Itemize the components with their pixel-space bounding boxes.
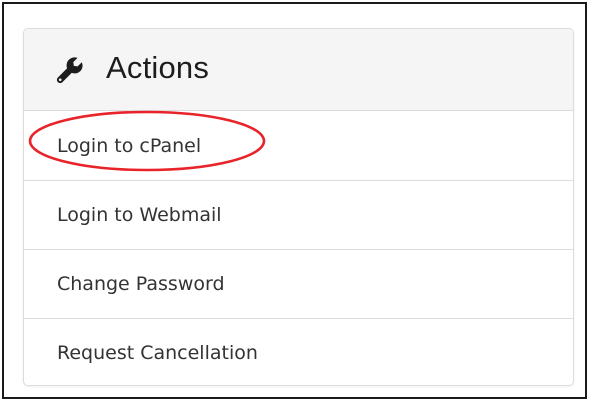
action-item-change-password[interactable]: Change Password: [24, 250, 573, 319]
panel-title: Actions: [106, 50, 210, 85]
wrench-icon: [56, 57, 83, 84]
action-item-label: Request Cancellation: [57, 342, 258, 364]
screenshot-frame: Actions Login to cPanel Login to Webmail…: [2, 2, 587, 399]
action-item-label: Login to Webmail: [57, 204, 222, 226]
action-item-login-webmail[interactable]: Login to Webmail: [24, 181, 573, 250]
action-item-request-cancellation[interactable]: Request Cancellation: [24, 319, 573, 385]
action-item-label: Login to cPanel: [57, 134, 202, 157]
panel-header: Actions: [24, 29, 573, 111]
action-item-login-cpanel[interactable]: Login to cPanel: [24, 111, 573, 181]
action-item-label: Change Password: [57, 273, 225, 295]
actions-panel: Actions Login to cPanel Login to Webmail…: [23, 28, 574, 386]
